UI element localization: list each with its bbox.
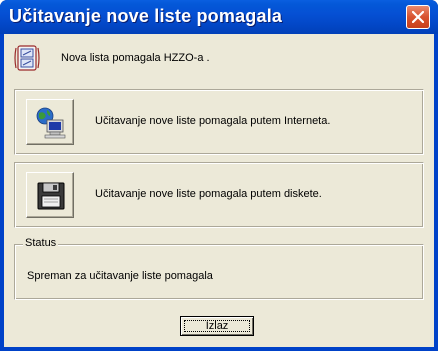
- load-diskette-button[interactable]: [26, 172, 74, 218]
- internet-option-panel: Učitavanje nove liste pomagala putem Int…: [14, 89, 424, 155]
- exit-button[interactable]: Izlaz: [180, 316, 254, 336]
- exit-button-label: Izlaz: [205, 320, 229, 332]
- title-bar[interactable]: Učitavanje nove liste pomagala: [0, 0, 438, 34]
- window-frame-right: [434, 34, 438, 351]
- globe-computer-icon: [36, 107, 66, 139]
- status-text: Spreman za učitavanje liste pomagala: [27, 270, 213, 282]
- status-legend: Status: [23, 237, 59, 249]
- info-row: Nova lista pomagala HZZO-a .: [14, 44, 414, 72]
- window-frame-bottom: [0, 347, 438, 351]
- window-title: Učitavanje nove liste pomagala: [9, 6, 283, 26]
- internet-option-label: Učitavanje nove liste pomagala putem Int…: [95, 115, 331, 127]
- floppy-disk-icon: [37, 182, 65, 210]
- close-button[interactable]: [406, 5, 430, 29]
- diskette-option-panel: Učitavanje nove liste pomagala putem dis…: [14, 162, 424, 228]
- info-text: Nova lista pomagala HZZO-a .: [61, 52, 210, 64]
- diskette-option-label: Učitavanje nove liste pomagala putem dis…: [95, 188, 322, 200]
- status-group: Status Spreman za učitavanje liste pomag…: [14, 237, 424, 300]
- load-internet-button[interactable]: [26, 99, 74, 145]
- list-document-icon: [14, 45, 40, 71]
- close-icon: [412, 11, 424, 23]
- dialog-window: Učitavanje nove liste pomagala Nova list…: [0, 0, 438, 351]
